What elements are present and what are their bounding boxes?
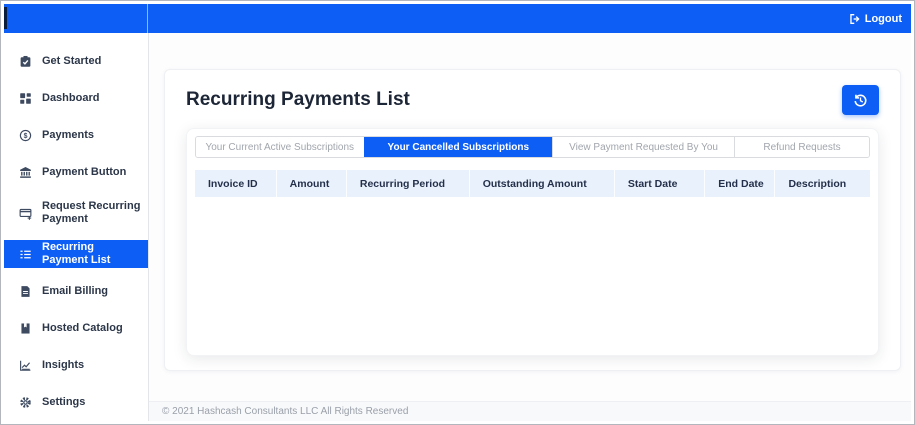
column-header-invoice-id: Invoice ID xyxy=(195,170,277,197)
card-plus-icon xyxy=(18,206,32,220)
sidebar-item-label: Settings xyxy=(42,396,86,409)
sidebar-item-recurring-payment-list[interactable]: Recurring Payment List xyxy=(4,240,148,268)
logout-button[interactable]: Logout xyxy=(849,13,911,25)
topbar-divider xyxy=(147,4,148,33)
sidebar-item-label: Get Started xyxy=(42,55,102,68)
svg-text:$: $ xyxy=(23,133,27,140)
sidebar-item-label: Payments xyxy=(42,129,94,142)
sidebar-item-label: Recurring Payment List xyxy=(42,241,111,266)
sidebar-item-label: Dashboard xyxy=(42,92,100,105)
clipboard-check-icon xyxy=(18,55,32,69)
table-header-row: Invoice ID Amount Recurring Period Outst… xyxy=(195,170,870,197)
subscriptions-panel: Your Current Active Subscriptions Your C… xyxy=(186,128,879,356)
dollar-circle-icon: $ xyxy=(18,129,32,143)
book-icon xyxy=(18,322,32,336)
column-header-recurring-period: Recurring Period xyxy=(347,170,470,197)
tab-view-payment-requested[interactable]: View Payment Requested By You xyxy=(552,137,734,157)
top-bar: Logout xyxy=(4,4,911,33)
table-body-empty xyxy=(195,197,870,355)
logout-icon xyxy=(849,13,861,25)
tab-refund-requests[interactable]: Refund Requests xyxy=(734,137,869,157)
column-header-end-date: End Date xyxy=(705,170,776,197)
recurring-payments-card: Recurring Payments List Your Current Act… xyxy=(164,69,901,371)
column-header-start-date: Start Date xyxy=(615,170,706,197)
sidebar-item-label: Payment Button xyxy=(42,166,127,179)
sidebar-item-request-recurring-payment[interactable]: Request Recurring Payment xyxy=(4,191,148,235)
list-icon xyxy=(18,247,32,261)
sidebar-item-label: Request Recurring Payment xyxy=(42,200,141,225)
sidebar-item-label: Insights xyxy=(42,359,85,372)
sidebar-item-insights[interactable]: Insights xyxy=(4,347,148,384)
history-button[interactable] xyxy=(842,85,879,115)
tab-cancelled-subscriptions[interactable]: Your Cancelled Subscriptions xyxy=(363,137,553,157)
main-content: Recurring Payments List Your Current Act… xyxy=(149,33,911,421)
bank-icon xyxy=(18,166,32,180)
column-header-description: Description xyxy=(788,177,847,190)
footer: © 2021 Hashcash Consultants LLC All Righ… xyxy=(149,401,911,421)
sidebar-item-label: Hosted Catalog xyxy=(42,322,123,335)
logo-icon xyxy=(4,7,7,29)
history-icon xyxy=(853,93,868,108)
sidebar-item-email-billing[interactable]: Email Billing xyxy=(4,273,148,310)
grid-icon xyxy=(18,92,32,106)
column-header-amount: Amount xyxy=(277,170,347,197)
sidebar-item-payments[interactable]: $ Payments xyxy=(4,117,148,154)
sidebar-item-settings[interactable]: Settings xyxy=(4,384,148,421)
page-title: Recurring Payments List xyxy=(186,89,410,110)
chart-icon xyxy=(18,359,32,373)
invoice-icon xyxy=(18,285,32,299)
column-header-outstanding-amount: Outstanding Amount xyxy=(470,170,615,197)
sidebar-item-label: Email Billing xyxy=(42,285,109,298)
logout-label: Logout xyxy=(864,12,902,25)
sidebar-item-payment-button[interactable]: Payment Button xyxy=(4,154,148,191)
copyright-text: © 2021 Hashcash Consultants LLC All Righ… xyxy=(162,406,409,417)
subscription-tabs: Your Current Active Subscriptions Your C… xyxy=(195,136,870,158)
sidebar-item-get-started[interactable]: Get Started xyxy=(4,43,148,80)
sidebar-item-hosted-catalog[interactable]: Hosted Catalog xyxy=(4,310,148,347)
sidebar: Get Started Dashboard $ Payments Payment… xyxy=(4,33,149,421)
tab-current-active-subscriptions[interactable]: Your Current Active Subscriptions xyxy=(196,137,364,157)
app-window: Logout Get Started Dashboard $ Payments … xyxy=(0,0,915,425)
gear-icon xyxy=(18,396,32,410)
sidebar-item-dashboard[interactable]: Dashboard xyxy=(4,80,148,117)
